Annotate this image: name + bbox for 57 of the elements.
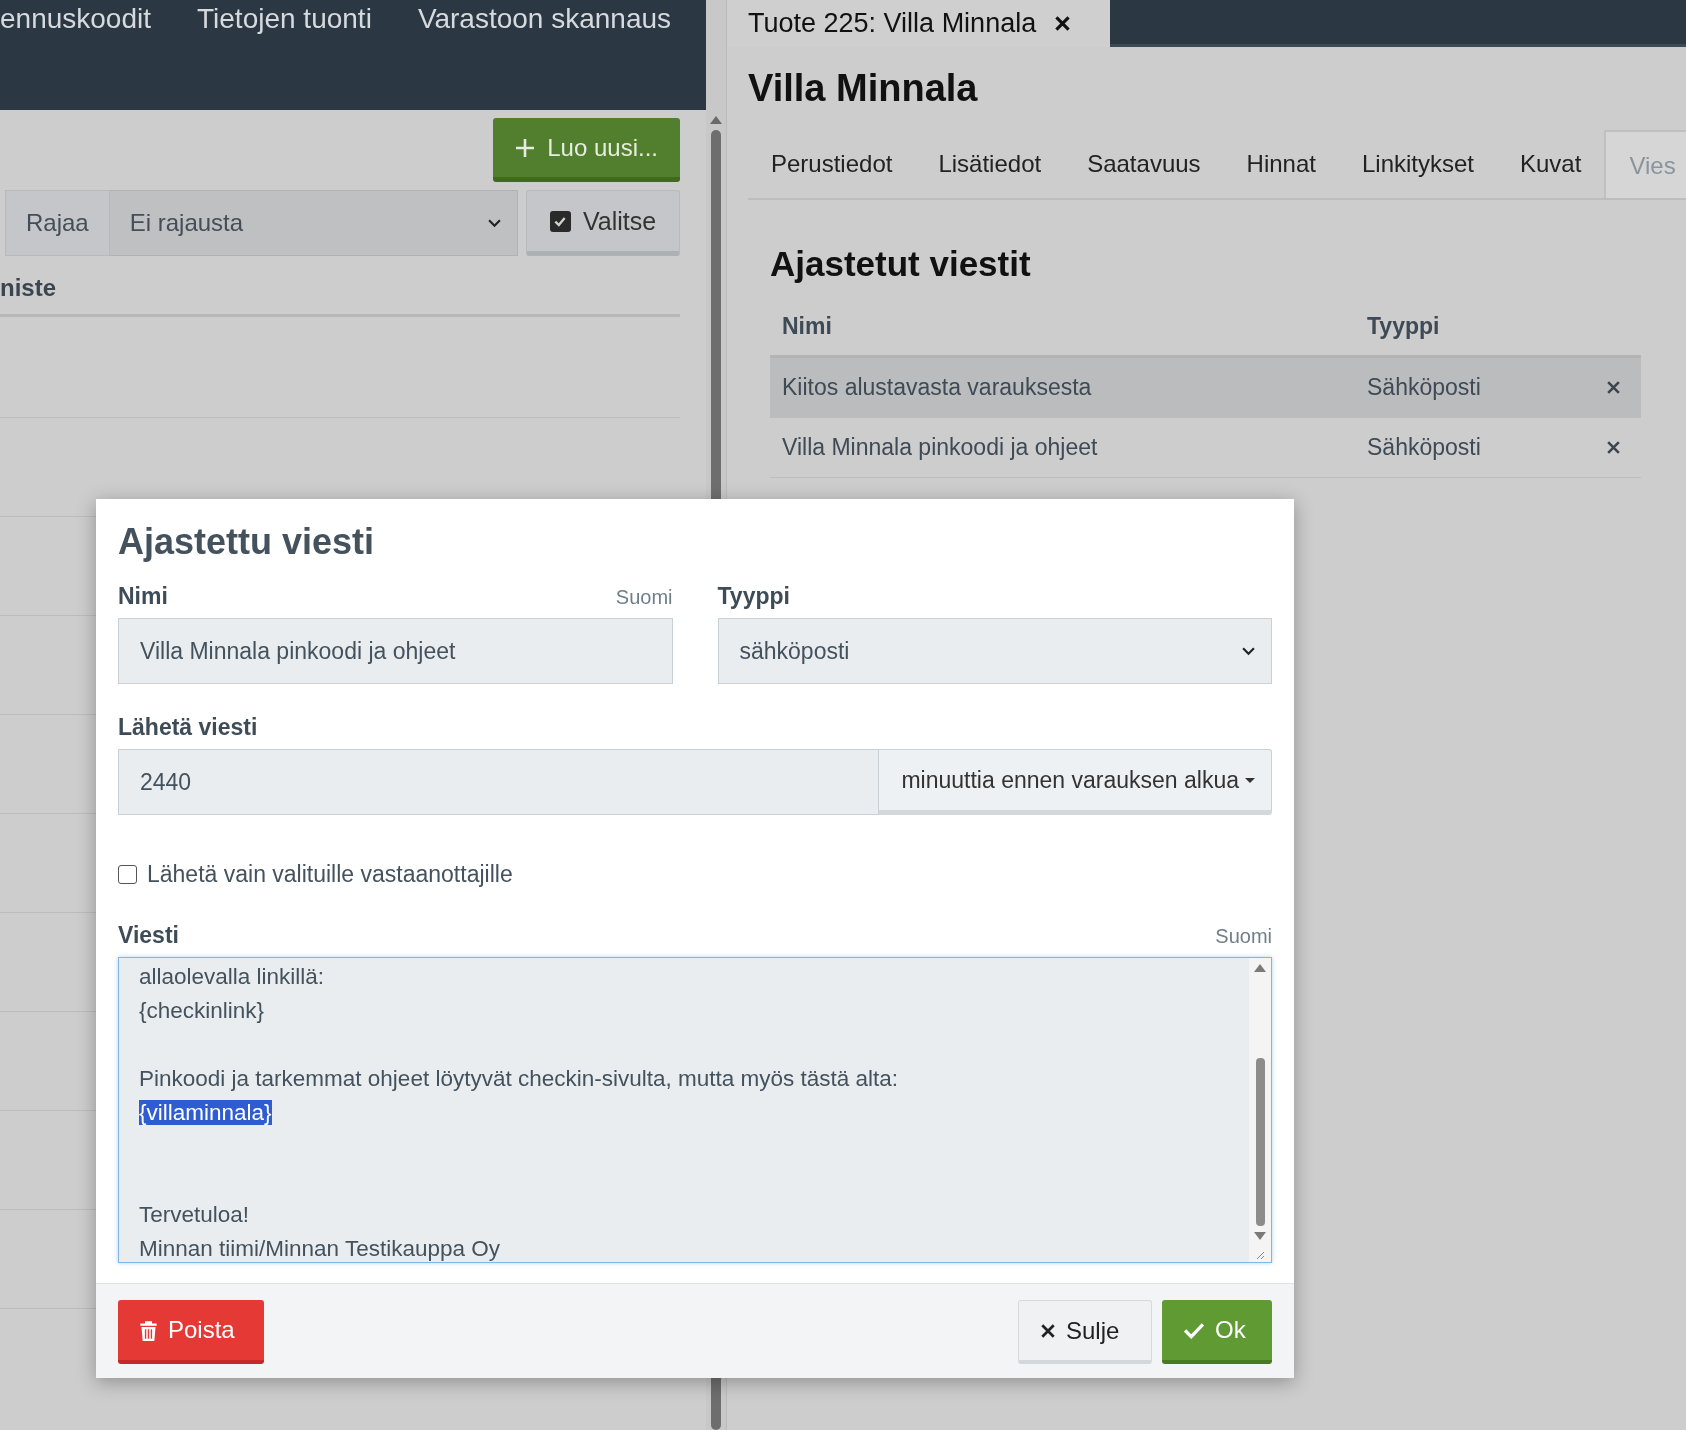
close-button[interactable]: Sulje <box>1018 1300 1152 1364</box>
close-icon <box>1040 1322 1056 1339</box>
checkbox[interactable] <box>549 210 571 232</box>
scrollbar-thumb[interactable] <box>1255 1058 1265 1226</box>
column-header: niste <box>0 256 680 317</box>
caret-icon <box>1245 777 1255 783</box>
dialog-title: Ajastettu viesti <box>118 521 376 563</box>
create-new-button[interactable]: Luo uusi... <box>493 118 680 182</box>
column-header: Tyyppi <box>1367 313 1441 340</box>
section-heading: Ajastetut viestit <box>770 244 1032 284</box>
language-label: Suomi <box>1215 925 1272 948</box>
field-label: Nimi <box>118 583 168 610</box>
table-cell-text: Sähköposti <box>1367 374 1482 401</box>
minutes-input[interactable]: 2440 <box>118 749 880 815</box>
product-title: Villa Minnala <box>748 67 979 110</box>
tab[interactable]: Lisätiedot <box>915 130 1065 198</box>
chevron-down-icon <box>488 218 501 228</box>
chevron-down-icon <box>1242 646 1255 656</box>
tab[interactable]: Kuvat <box>1497 130 1605 198</box>
table-cell-text: Villa Minnala pinkoodi ja ohjeet <box>781 434 1099 461</box>
filter-dropdown[interactable]: Ei rajausta <box>109 190 518 256</box>
delete-button[interactable]: Poista <box>118 1300 264 1364</box>
scroll-down-icon[interactable] <box>1254 1232 1266 1240</box>
field-label: Viesti <box>118 922 179 949</box>
table-cell-text: Kiitos alustavasta varauksesta <box>781 374 1093 401</box>
nav-link[interactable]: ennuskoodit <box>0 2 151 36</box>
type-dropdown[interactable]: sähköposti <box>717 618 1272 684</box>
field-label: Tyyppi <box>717 583 790 610</box>
checkbox-label: Lähetä vain valituille vastaanottajille <box>147 861 513 888</box>
scrollbar[interactable] <box>1249 958 1271 1262</box>
tab[interactable]: Hinnat <box>1223 130 1339 198</box>
scroll-up-icon[interactable] <box>1254 964 1266 972</box>
tab[interactable]: Perustiedot <box>748 130 916 198</box>
unit-dropdown-button[interactable]: minuuttia ennen varauksen alkua <box>879 749 1272 815</box>
name-input[interactable]: Villa Minnala pinkoodi ja ohjeet <box>118 618 673 684</box>
delete-icon[interactable] <box>1606 380 1621 395</box>
column-header: Nimi <box>781 313 833 340</box>
nav-link[interactable]: Varastoon skannaus <box>417 2 672 36</box>
delete-icon[interactable] <box>1606 440 1621 455</box>
resize-grip-icon[interactable] <box>1255 1250 1265 1260</box>
select-button[interactable]: Valitse <box>526 190 680 256</box>
tab[interactable]: Saatavuus <box>1064 130 1224 198</box>
scroll-up-icon[interactable] <box>710 116 722 124</box>
checkmark-icon <box>1183 1321 1205 1339</box>
language-label: Suomi <box>615 586 673 609</box>
checkbox[interactable] <box>118 865 137 884</box>
table-cell-text: Sähköposti <box>1367 434 1482 461</box>
table-row[interactable]: Kiitos alustavasta varauksesta Sähköposti <box>770 358 1641 418</box>
plus-icon <box>515 137 536 158</box>
table-row[interactable]: Villa Minnala pinkoodi ja ohjeet Sähköposti <box>770 418 1641 478</box>
filter-label: Rajaa <box>5 190 110 256</box>
trash-icon <box>139 1319 158 1341</box>
text-selection: {villaminnala} <box>139 1100 272 1125</box>
close-icon[interactable] <box>1054 15 1072 32</box>
nav-link[interactable]: Tietojen tuonti <box>197 2 372 36</box>
tab[interactable]: Linkitykset <box>1338 130 1497 198</box>
field-label: Lähetä viesti <box>118 714 258 741</box>
